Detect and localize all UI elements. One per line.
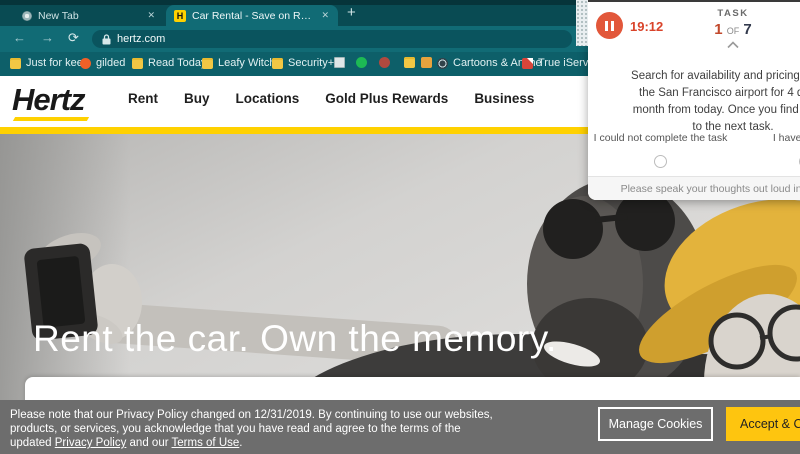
radio-not-complete[interactable] <box>654 155 667 168</box>
main-navigation: Rent Buy Locations Gold Plus Rewards Bus… <box>128 91 534 106</box>
task-count: 1 OF 7 <box>588 21 800 38</box>
option-complete: I have comple <box>733 132 800 168</box>
tab-title: New Tab <box>38 10 140 22</box>
cookie-line2: products, or services, you acknowledge t… <box>10 423 461 435</box>
folder-icon <box>202 58 213 69</box>
hero-headline: Rent the car. Own the memory. <box>33 318 557 360</box>
terms-of-use-link[interactable]: Terms of Use <box>172 437 240 449</box>
bookmark-label: Read Today <box>148 57 207 69</box>
refresh-icon[interactable]: ⟳ <box>68 30 79 46</box>
bookmark-apple[interactable] <box>379 57 390 68</box>
privacy-policy-link[interactable]: Privacy Policy <box>55 437 127 449</box>
red-doc-icon <box>522 58 533 69</box>
tab-new-tab[interactable]: New Tab ✕ <box>14 5 164 26</box>
bookmark-true-iservice[interactable]: True iServi <box>522 57 591 69</box>
manage-cookies-button[interactable]: Manage Cookies <box>598 407 713 441</box>
cookie-line3-prefix: updated <box>10 437 55 449</box>
apple-icon <box>379 57 390 68</box>
new-tab-button[interactable]: + <box>347 4 356 21</box>
orange-dot-icon <box>80 58 91 69</box>
option-not-complete: I could not complete the task <box>588 132 733 168</box>
cookie-line1: Please note that our Privacy Policy chan… <box>10 409 493 421</box>
bookmark-label: gilded <box>96 57 125 69</box>
panel-drag-handle[interactable] <box>576 0 588 46</box>
url-text: hertz.com <box>117 33 165 45</box>
globe-icon <box>437 58 448 69</box>
accept-close-button[interactable]: Accept & C <box>726 407 800 441</box>
nav-business[interactable]: Business <box>474 91 534 106</box>
cookie-banner: Please note that our Privacy Policy chan… <box>0 400 800 454</box>
cookie-notice-text: Please note that our Privacy Policy chan… <box>10 408 590 450</box>
task-of-label: OF <box>727 26 740 36</box>
bookmark-leafy-witch[interactable]: Leafy Witch <box>202 57 275 69</box>
bookmark-label: Leafy Witch <box>218 57 275 69</box>
monitor-icon <box>334 57 345 68</box>
tab-hertz-active[interactable]: H Car Rental - Save on Rental Cars ✕ <box>166 5 338 26</box>
bookmark-amber[interactable] <box>421 57 432 68</box>
nav-buy[interactable]: Buy <box>184 91 210 106</box>
amber-square-icon <box>421 57 432 68</box>
address-bar[interactable]: hertz.com <box>92 30 572 48</box>
cookie-line3-mid: and our <box>126 437 171 449</box>
nav-rent[interactable]: Rent <box>128 91 158 106</box>
nav-gold-plus-rewards[interactable]: Gold Plus Rewards <box>325 91 448 106</box>
task-word-label: TASK <box>588 8 800 19</box>
bookmark-security-plus[interactable]: Security+ <box>272 57 334 69</box>
folder-icon <box>10 58 21 69</box>
speak-note-text: Please speak your thoughts out loud in <box>621 183 800 195</box>
task-instructions: Search for availability and pricing for … <box>588 68 800 136</box>
tab-title: Car Rental - Save on Rental Cars <box>192 10 314 22</box>
task-recorder-panel: 19:12 TASK 1 OF 7 Search for availabilit… <box>588 0 800 200</box>
green-dot-icon <box>356 57 367 68</box>
bookmark-label: Security+ <box>288 57 334 69</box>
folder-icon <box>132 58 143 69</box>
bookmark-read-today[interactable]: Read Today <box>132 57 207 69</box>
nav-locations[interactable]: Locations <box>236 91 300 106</box>
lock-icon <box>102 34 111 45</box>
hertz-favicon-icon: H <box>174 10 186 22</box>
chrome-favicon-icon <box>22 11 32 21</box>
folder-icon <box>272 58 283 69</box>
folder-icon <box>404 57 415 68</box>
bookmark-monitor[interactable] <box>334 57 345 68</box>
tab-close-icon[interactable]: ✕ <box>320 10 330 21</box>
task-current-number: 1 <box>714 21 722 38</box>
back-icon[interactable]: ← <box>13 30 26 45</box>
task-total-number: 7 <box>743 21 751 38</box>
bookmark-gilded[interactable]: gilded <box>80 57 125 69</box>
hertz-logo[interactable]: Hertz <box>12 82 85 118</box>
bookmark-green[interactable] <box>356 57 367 68</box>
chevron-up-icon[interactable] <box>726 41 740 49</box>
option-label: I have comple <box>733 132 800 144</box>
speak-aloud-note: Please speak your thoughts out loud in E… <box>588 176 800 200</box>
bookmark-just-for-keep[interactable]: Just for keep <box>10 57 89 69</box>
cookie-line3-suffix: . <box>239 437 242 449</box>
bookmark-label: True iServi <box>538 57 591 69</box>
task-counter: TASK 1 OF 7 <box>588 8 800 49</box>
option-label: I could not complete the task <box>588 132 733 144</box>
hertz-logo-underline <box>13 117 89 121</box>
forward-icon[interactable]: → <box>41 30 54 45</box>
completion-options: I could not complete the task I have com… <box>588 132 800 168</box>
bookmark-folder[interactable] <box>404 57 415 68</box>
tab-close-icon[interactable]: ✕ <box>146 10 156 21</box>
screenshot-root: New Tab ✕ H Car Rental - Save on Rental … <box>0 0 800 454</box>
